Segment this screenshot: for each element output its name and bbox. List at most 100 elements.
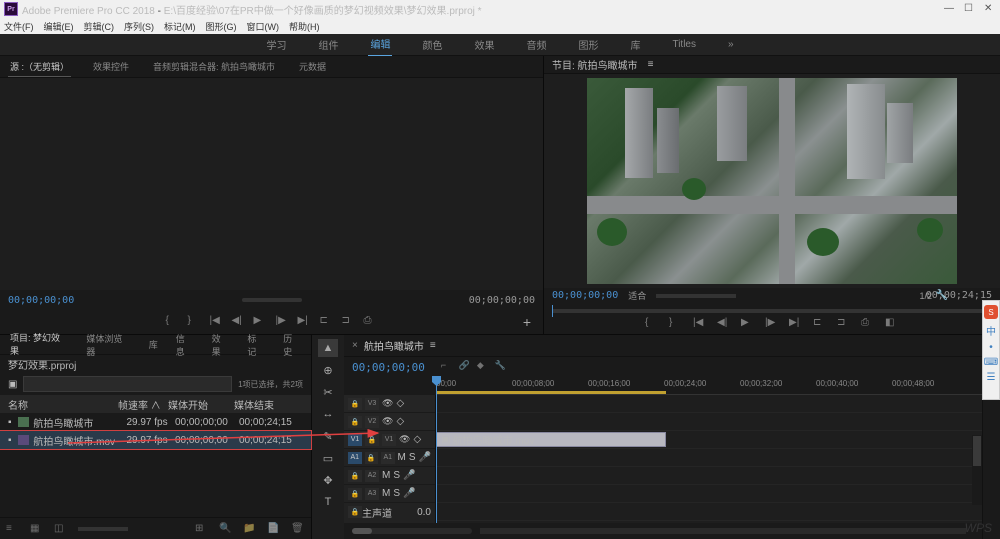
pen-tool[interactable]: ▭ — [318, 449, 338, 467]
find-icon[interactable]: 🔍 — [219, 523, 233, 535]
timeline-scrollbar-h[interactable] — [480, 528, 966, 534]
menu-sequence[interactable]: 序列(S) — [124, 20, 154, 33]
step-back-icon[interactable]: ◀| — [717, 317, 731, 331]
maximize-button[interactable]: ☐ — [964, 3, 976, 15]
lane-a2[interactable] — [436, 467, 982, 485]
step-back-icon[interactable]: ◀| — [232, 315, 246, 329]
workspace-titles[interactable]: Titles — [670, 35, 698, 54]
sequence-name[interactable]: 航拍鸟瞰城市 — [364, 338, 424, 353]
mic-icon[interactable]: 🎤 — [403, 488, 415, 499]
col-name[interactable]: 名称 — [8, 397, 118, 412]
workspace-assembly[interactable]: 组件 — [316, 33, 340, 56]
menu-file[interactable]: 文件(F) — [4, 20, 34, 33]
extract-icon[interactable]: ⊐ — [837, 317, 851, 331]
col-media-end[interactable]: 媒体结束 — [234, 397, 300, 412]
lock-icon[interactable]: 🔒 — [348, 470, 362, 482]
project-row-sequence[interactable]: ▪ 航拍鸟瞰城市 29.97 fps 00;00;00;00 00;00;24;… — [0, 413, 311, 431]
timeline-clip[interactable]: ▣ 航拍鸟瞰城市.mov — [436, 432, 666, 447]
step-forward-icon[interactable]: |▶ — [765, 317, 779, 331]
ime-keyboard-icon[interactable]: ⌨ — [984, 357, 998, 368]
type-tool[interactable]: T — [318, 493, 338, 511]
lane-master[interactable] — [436, 503, 982, 521]
tab-library[interactable]: 库 — [147, 335, 160, 354]
workspace-graphics[interactable]: 图形 — [576, 33, 600, 56]
timeline-content[interactable]: ▣ 航拍鸟瞰城市.mov — [436, 395, 982, 523]
linked-selection-icon[interactable]: 🔗 — [459, 360, 473, 374]
eye-icon[interactable]: 👁 — [399, 434, 410, 445]
snap-icon[interactable]: ⌐ — [441, 360, 455, 374]
list-view-icon[interactable]: ≡ — [6, 523, 20, 535]
lock-icon[interactable]: 🔒 — [348, 488, 362, 500]
track-v3[interactable]: 🔒V3👁◇ — [344, 395, 435, 413]
play-icon[interactable]: ▶ — [254, 315, 268, 329]
hand-tool[interactable]: ✥ — [318, 471, 338, 489]
track-a1[interactable]: A1🔒A1MS🎤 — [344, 449, 435, 467]
ime-punct-icon[interactable]: • — [989, 342, 993, 353]
mark-out-icon[interactable]: } — [188, 315, 202, 329]
program-menu-icon[interactable]: ≡ — [648, 59, 654, 70]
lock-icon[interactable]: 🔒 — [348, 416, 362, 428]
v1-target[interactable]: V1 — [348, 434, 362, 446]
lane-a3[interactable] — [436, 485, 982, 503]
freeform-view-icon[interactable]: ◫ — [54, 523, 68, 535]
menu-edit[interactable]: 编辑(E) — [44, 20, 74, 33]
workspace-color[interactable]: 颜色 — [420, 33, 444, 56]
automate-icon[interactable]: ⊞ — [195, 523, 209, 535]
menu-help[interactable]: 帮助(H) — [289, 20, 320, 33]
lock-icon[interactable]: 🔒 — [365, 434, 379, 446]
play-icon[interactable]: ▶ — [741, 317, 755, 331]
source-viewer[interactable] — [0, 78, 543, 290]
eye-icon[interactable]: 👁 — [382, 398, 393, 409]
timeline-ruler[interactable]: 00;00 00;00;08;00 00;00;16;00 00;00;24;0… — [436, 377, 982, 395]
mute-icon[interactable]: M — [382, 470, 390, 481]
program-fit[interactable]: 适合 — [628, 289, 646, 302]
tab-audio-mixer[interactable]: 音频剪辑混合器: 航拍鸟瞰城市 — [151, 57, 277, 76]
mark-in-icon[interactable]: { — [166, 315, 180, 329]
tab-metadata[interactable]: 元数据 — [297, 57, 328, 76]
project-row-clip[interactable]: ▪ 航拍鸟瞰城市.mov 29.97 fps 00;00;00;00 00;00… — [0, 431, 311, 449]
timeline-close-icon[interactable]: × — [352, 340, 358, 351]
timeline-timecode[interactable]: 00;00;00;00 — [352, 361, 425, 374]
razor-tool[interactable]: ↔ — [318, 405, 338, 423]
lift-icon[interactable]: ⊏ — [813, 317, 827, 331]
menu-clip[interactable]: 剪辑(C) — [84, 20, 115, 33]
solo-icon[interactable]: S — [393, 488, 400, 499]
timeline-zoom-slider[interactable] — [352, 528, 472, 534]
settings-icon[interactable]: 🔧 — [495, 360, 509, 374]
export-frame-icon[interactable]: ⎙ — [861, 317, 875, 331]
step-forward-icon[interactable]: |▶ — [276, 315, 290, 329]
marker-icon[interactable]: ◆ — [477, 360, 491, 374]
goto-out-icon[interactable]: ▶| — [298, 315, 312, 329]
menu-window[interactable]: 窗口(W) — [247, 20, 280, 33]
lane-v3[interactable] — [436, 395, 982, 413]
project-search-input[interactable] — [23, 376, 232, 392]
workspace-editing[interactable]: 编辑 — [368, 32, 392, 57]
program-zoom-slider[interactable] — [656, 294, 736, 298]
solo-icon[interactable]: S — [409, 452, 416, 463]
eye-icon[interactable]: 👁 — [382, 416, 393, 427]
track-master[interactable]: 🔒主声道0.0 — [344, 503, 435, 521]
col-framerate[interactable]: 帧速率 ∧ — [118, 397, 168, 412]
workspace-effects[interactable]: 效果 — [472, 33, 496, 56]
program-viewer[interactable] — [544, 74, 1000, 288]
timeline-scrollbar-v[interactable] — [972, 435, 982, 505]
mark-out-icon[interactable]: } — [669, 317, 683, 331]
lock-icon[interactable]: 🔒 — [348, 398, 362, 410]
tab-source[interactable]: 源 :（无剪辑） — [8, 57, 71, 77]
program-scrubber[interactable] — [544, 304, 1000, 315]
overwrite-icon[interactable]: ⊐ — [342, 315, 356, 329]
sogou-icon[interactable]: S — [984, 305, 998, 319]
col-media-start[interactable]: 媒体开始 — [168, 397, 234, 412]
workspace-library[interactable]: 库 — [628, 33, 642, 56]
ime-chinese-icon[interactable]: 中 — [986, 323, 996, 338]
ime-toolbar[interactable]: S 中 • ⌨ ☰ — [982, 300, 1000, 400]
icon-view-icon[interactable]: ▦ — [30, 523, 44, 535]
ime-menu-icon[interactable]: ☰ — [987, 372, 996, 383]
a1-target[interactable]: A1 — [348, 452, 362, 464]
track-a3[interactable]: 🔒A3MS🎤 — [344, 485, 435, 503]
slip-tool[interactable]: ✎ — [318, 427, 338, 445]
menu-graphics[interactable]: 图形(G) — [206, 20, 237, 33]
workspace-learn[interactable]: 学习 — [264, 33, 288, 56]
workspace-overflow[interactable]: » — [726, 35, 736, 54]
track-a2[interactable]: 🔒A2MS🎤 — [344, 467, 435, 485]
